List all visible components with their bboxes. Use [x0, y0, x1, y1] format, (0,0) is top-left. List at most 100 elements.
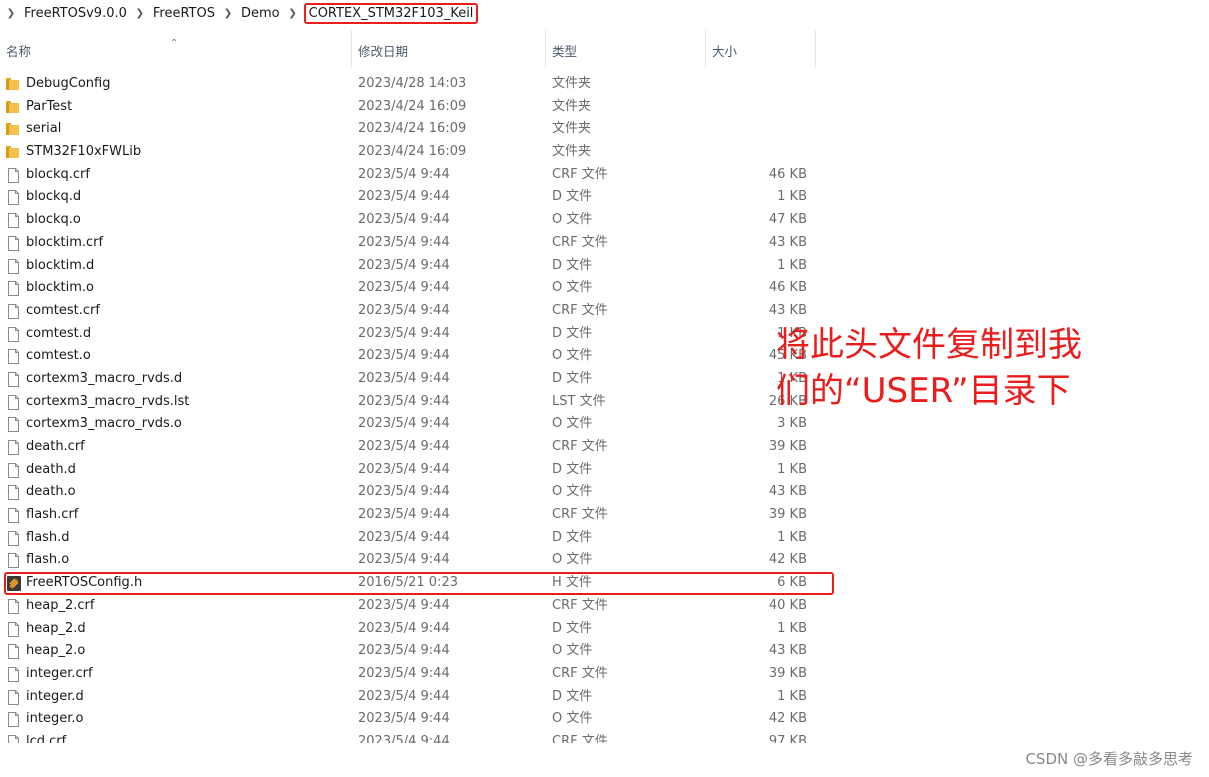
folder-icon — [6, 100, 19, 113]
file-row[interactable]: lcd.crf 2023/5/4 9:44 CRF 文件 97 KB — [0, 731, 1140, 743]
file-date: 2023/5/4 9:44 — [358, 552, 450, 568]
breadcrumb-item-freertos[interactable]: FreeRTOS — [151, 6, 217, 21]
file-name: cortexm3_macro_rvds.lst — [26, 393, 190, 409]
file-type: 文件夹 — [552, 144, 592, 160]
file-date: 2023/4/28 14:03 — [358, 76, 467, 91]
file-icon — [8, 734, 19, 743]
breadcrumb-item-freertosv9[interactable]: FreeRTOSv9.0.0 — [22, 6, 129, 21]
file-name: death.d — [26, 461, 76, 477]
file-date: 2023/4/24 16:09 — [358, 144, 467, 160]
file-size: 39 KB — [768, 665, 807, 681]
file-size: 3 KB — [777, 416, 807, 432]
file-row[interactable]: DebugConfig 2023/4/28 14:03 文件夹 — [0, 73, 1140, 96]
file-icon — [8, 326, 19, 342]
file-name: death.o — [26, 484, 76, 500]
file-row[interactable]: blocktim.d 2023/5/4 9:44 D 文件 1 KB — [0, 255, 1140, 278]
file-icon — [8, 167, 19, 183]
file-date: 2023/5/4 9:44 — [358, 688, 450, 704]
file-row[interactable]: integer.crf 2023/5/4 9:44 CRF 文件 39 KB — [0, 663, 1140, 686]
file-date: 2023/5/4 9:44 — [358, 643, 450, 659]
file-row-highlighted[interactable]: FreeRTOSConfig.h 2016/5/21 0:23 H 文件 6 KB — [4, 572, 834, 595]
sort-up-icon: ⌃ — [170, 38, 179, 49]
file-icon — [8, 621, 19, 637]
file-type: D 文件 — [552, 688, 593, 704]
file-row[interactable]: death.o 2023/5/4 9:44 O 文件 43 KB — [0, 481, 1140, 504]
file-type: O 文件 — [552, 348, 593, 364]
file-name: ParTest — [26, 98, 73, 114]
file-date: 2023/4/24 16:09 — [358, 98, 467, 114]
file-row[interactable]: heap_2.crf 2023/5/4 9:44 CRF 文件 40 KB — [0, 595, 1140, 618]
annotation-text: 将此头文件复制到我 们的“USER”目录下 — [776, 322, 1146, 414]
file-size: 40 KB — [768, 597, 807, 613]
file-icon — [8, 712, 19, 728]
file-size: 1 KB — [777, 620, 807, 636]
column-header-name-label: 名称 — [6, 44, 32, 59]
file-row[interactable]: comtest.crf 2023/5/4 9:44 CRF 文件 43 KB — [0, 300, 1140, 323]
breadcrumb-item-demo[interactable]: Demo — [239, 6, 282, 21]
file-name: lcd.crf — [26, 733, 67, 743]
file-icon — [8, 213, 19, 229]
file-size: 43 KB — [768, 484, 807, 500]
watermark: CSDN @多看多敲多思考 — [1025, 750, 1193, 768]
file-row[interactable]: integer.o 2023/5/4 9:44 O 文件 42 KB — [0, 708, 1140, 731]
file-type: D 文件 — [552, 529, 593, 545]
file-date: 2023/5/4 9:44 — [358, 348, 450, 364]
file-type: 文件夹 — [552, 76, 592, 91]
file-icon — [8, 508, 19, 524]
file-size: 1 KB — [777, 257, 807, 273]
breadcrumb-item-current[interactable]: CORTEX_STM32F103_Keil — [303, 2, 479, 24]
file-row[interactable]: blocktim.o 2023/5/4 9:44 O 文件 46 KB — [0, 277, 1140, 300]
file-row[interactable]: blockq.crf 2023/5/4 9:44 CRF 文件 46 KB — [0, 164, 1140, 187]
file-type: D 文件 — [552, 189, 593, 205]
file-icon — [8, 394, 19, 410]
column-header-date[interactable]: 修改日期 — [352, 30, 546, 68]
file-row[interactable]: integer.d 2023/5/4 9:44 D 文件 1 KB — [0, 686, 1140, 709]
file-row[interactable]: STM32F10xFWLib 2023/4/24 16:09 文件夹 — [0, 141, 1140, 164]
file-row[interactable]: blockq.o 2023/5/4 9:44 O 文件 47 KB — [0, 209, 1140, 232]
file-date: 2023/5/4 9:44 — [358, 166, 450, 182]
file-row[interactable]: blocktim.crf 2023/5/4 9:44 CRF 文件 43 KB — [0, 232, 1140, 255]
file-row[interactable]: ParTest 2023/4/24 16:09 文件夹 — [0, 96, 1140, 119]
file-name: blockq.o — [26, 212, 81, 228]
file-name: heap_2.o — [26, 643, 86, 659]
file-icon — [8, 644, 19, 660]
file-row[interactable]: flash.d 2023/5/4 9:44 D 文件 1 KB — [0, 527, 1140, 550]
file-name: blocktim.o — [26, 280, 94, 296]
column-header-bar: ⌃ 名称 修改日期 类型 大小 — [0, 30, 1140, 68]
column-header-type[interactable]: 类型 — [546, 30, 706, 68]
file-type: CRF 文件 — [552, 166, 608, 182]
file-row[interactable]: flash.crf 2023/5/4 9:44 CRF 文件 39 KB — [0, 504, 1140, 527]
file-date: 2023/5/4 9:44 — [358, 325, 450, 341]
file-date: 2023/5/4 9:44 — [358, 733, 450, 743]
file-name: cortexm3_macro_rvds.o — [26, 416, 182, 432]
file-size: 42 KB — [768, 552, 807, 568]
column-header-size[interactable]: 大小 — [706, 30, 816, 68]
file-row[interactable]: cortexm3_macro_rvds.o 2023/5/4 9:44 O 文件 3 … — [0, 413, 1140, 436]
file-row[interactable]: serial 2023/4/24 16:09 文件夹 — [0, 118, 1140, 141]
chevron-right-icon: ❯ — [6, 7, 16, 19]
file-date: 2023/5/4 9:44 — [358, 529, 450, 545]
file-date: 2023/5/4 9:44 — [358, 257, 450, 273]
file-row[interactable]: blockq.d 2023/5/4 9:44 D 文件 1 KB — [0, 186, 1140, 209]
file-icon — [8, 666, 19, 682]
file-type: 文件夹 — [552, 121, 592, 137]
file-row[interactable]: death.crf 2023/5/4 9:44 CRF 文件 39 KB — [0, 436, 1140, 459]
file-type: D 文件 — [552, 257, 593, 273]
file-icon — [8, 598, 19, 614]
file-date: 2023/5/4 9:44 — [358, 665, 450, 681]
file-row[interactable]: heap_2.d 2023/5/4 9:44 D 文件 1 KB — [0, 618, 1140, 641]
file-date: 2023/5/4 9:44 — [358, 597, 450, 613]
file-row[interactable]: heap_2.o 2023/5/4 9:44 O 文件 43 KB — [0, 640, 1140, 663]
file-type: O 文件 — [552, 484, 593, 500]
file-row[interactable]: flash.o 2023/5/4 9:44 O 文件 42 KB — [0, 549, 1140, 572]
file-type: O 文件 — [552, 280, 593, 296]
annotation-line-2: 们的“USER”目录下 — [776, 371, 1071, 411]
file-date: 2023/5/4 9:44 — [358, 711, 450, 727]
breadcrumb: ❯ FreeRTOSv9.0.0 ❯ FreeRTOS ❯ Demo ❯ COR… — [0, 0, 1209, 26]
file-row[interactable]: death.d 2023/5/4 9:44 D 文件 1 KB — [0, 459, 1140, 482]
file-date: 2023/5/4 9:44 — [358, 439, 450, 454]
file-date: 2016/5/21 0:23 — [358, 575, 458, 591]
column-header-name[interactable]: ⌃ 名称 — [0, 30, 352, 68]
file-icon — [8, 303, 19, 319]
file-icon — [8, 417, 19, 433]
